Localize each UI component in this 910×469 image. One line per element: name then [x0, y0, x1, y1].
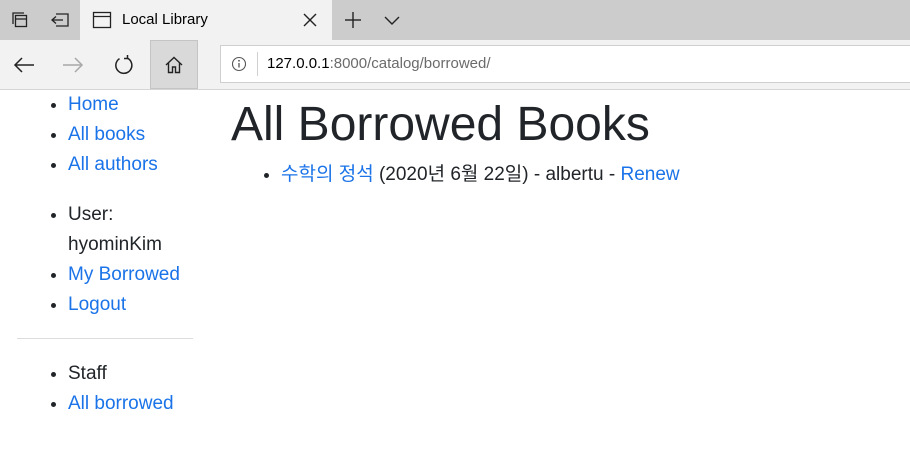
username: hyominKim	[68, 234, 162, 255]
forward-icon[interactable]	[49, 40, 97, 89]
book-title-link[interactable]: 수학의 정석	[281, 164, 374, 185]
chevron-down-icon[interactable]	[372, 0, 412, 40]
sidebar-item-all-borrowed: All borrowed	[0, 389, 210, 419]
sidebar-item-all-books: All books	[0, 120, 210, 150]
back-icon[interactable]	[0, 40, 48, 89]
sidebar: Home All books All authors User: hyominK…	[0, 90, 210, 419]
all-borrowed-link[interactable]: All borrowed	[68, 393, 174, 414]
sidebar-main-links: Home All books All authors	[0, 90, 210, 180]
set-aside-icon[interactable]	[40, 0, 80, 40]
address-separator	[257, 52, 258, 76]
sidebar-item-my-borrowed: My Borrowed	[0, 260, 210, 290]
sidebar-staff-links: Staff All borrowed	[0, 359, 210, 419]
active-tab[interactable]: Local Library	[80, 0, 332, 40]
sidebar-item-logout: Logout	[0, 290, 210, 320]
tab-title: Local Library	[122, 11, 208, 28]
page-title: All Borrowed Books	[231, 98, 650, 151]
renew-link[interactable]: Renew	[620, 164, 679, 185]
tab-bar: Local Library	[0, 0, 910, 40]
sidebar-divider	[17, 338, 193, 339]
sidebar-item-user: User:	[0, 200, 210, 230]
user-label: User:	[68, 204, 114, 225]
new-tab-icon[interactable]	[333, 0, 373, 40]
borrowed-books-list: 수학의 정석 (2020년 6월 22일) - albertu - Renew	[231, 164, 901, 186]
url-host: 127.0.0.1	[267, 55, 330, 72]
staff-label: Staff	[68, 363, 107, 384]
sidebar-item-home: Home	[0, 90, 210, 120]
sidebar-item-username: hyominKim	[0, 230, 210, 260]
close-icon[interactable]	[300, 10, 320, 30]
navigation-toolbar: 127.0.0.1:8000/catalog/borrowed/	[0, 40, 910, 90]
url-path: :8000/catalog/borrowed/	[329, 55, 491, 72]
list-item: 수학의 정석 (2020년 6월 22일) - albertu - Renew	[231, 164, 901, 186]
sidebar-item-staff: Staff	[0, 359, 210, 389]
my-borrowed-link[interactable]: My Borrowed	[68, 264, 180, 285]
all-books-link[interactable]: All books	[68, 124, 145, 145]
all-authors-link[interactable]: All authors	[68, 154, 158, 175]
refresh-icon[interactable]	[100, 40, 148, 89]
page-icon	[92, 11, 112, 34]
address-bar[interactable]: 127.0.0.1:8000/catalog/borrowed/	[220, 45, 910, 83]
home-icon[interactable]	[150, 40, 198, 89]
sidebar-item-all-authors: All authors	[0, 150, 210, 180]
due-date-borrower: (2020년 6월 22일) - albertu -	[378, 164, 621, 185]
logout-link[interactable]: Logout	[68, 294, 126, 315]
main-content: All Borrowed Books 수학의 정석 (2020년 6월 22일)…	[231, 96, 901, 186]
home-link[interactable]: Home	[68, 94, 119, 115]
tab-list-icon[interactable]	[0, 0, 40, 40]
sidebar-user-links: User: hyominKim My Borrowed Logout	[0, 200, 210, 320]
url-text[interactable]: 127.0.0.1:8000/catalog/borrowed/	[267, 55, 491, 72]
info-icon[interactable]	[231, 56, 247, 72]
